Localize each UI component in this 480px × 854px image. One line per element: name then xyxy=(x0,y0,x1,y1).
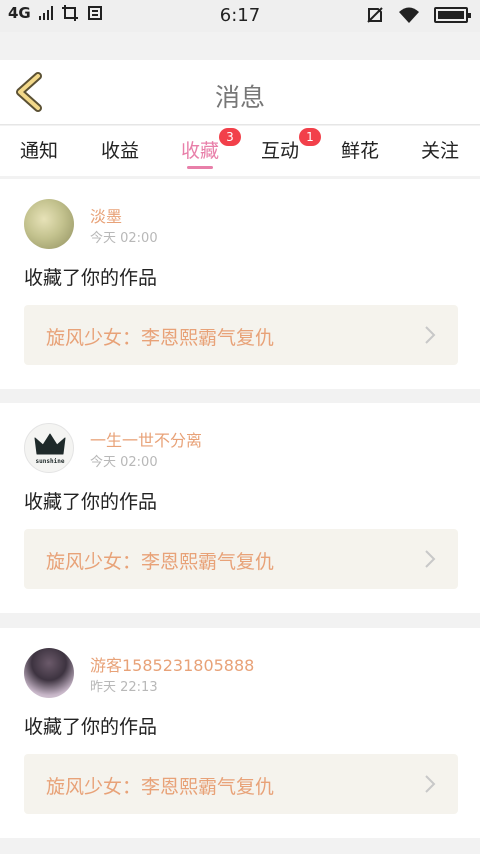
wifi-icon xyxy=(399,7,419,23)
avatar[interactable] xyxy=(24,199,74,249)
tab-following[interactable]: 关注 xyxy=(421,136,459,163)
tab-earnings[interactable]: 收益 xyxy=(101,136,139,163)
message-text: 收藏了你的作品 xyxy=(24,716,158,738)
work-title: 旋风少女：李恩熙霸气复仇 xyxy=(46,327,275,349)
header-bar: 消息 xyxy=(0,60,480,125)
tab-label: 互动 xyxy=(261,140,300,162)
tab-favorites[interactable]: 收藏 3 xyxy=(181,128,241,163)
chevron-right-icon xyxy=(425,550,436,568)
tab-interactions[interactable]: 互动 1 xyxy=(261,128,321,163)
no-sim-icon xyxy=(367,7,383,23)
message-time: 昨天 22:13 xyxy=(90,680,158,695)
chevron-right-icon xyxy=(425,775,436,793)
unread-badge: 3 xyxy=(219,128,241,146)
message-time: 今天 02:00 xyxy=(90,231,158,246)
chevron-right-icon xyxy=(425,326,436,344)
avatar-caption: sunshine xyxy=(35,458,65,465)
tab-flowers[interactable]: 鲜花 xyxy=(341,136,379,163)
message-time: 今天 02:00 xyxy=(90,455,158,470)
active-tab-indicator xyxy=(187,166,213,169)
work-title: 旋风少女：李恩熙霸气复仇 xyxy=(46,776,275,798)
message-card: 淡墨 今天 02:00 收藏了你的作品 旋风少女：李恩熙霸气复仇 xyxy=(0,179,480,389)
avatar[interactable] xyxy=(24,648,74,698)
battery-icon xyxy=(434,7,471,23)
status-bar: 4G 6:17 xyxy=(0,0,480,32)
message-card: 游客1585231805888 昨天 22:13 收藏了你的作品 旋风少女：李恩… xyxy=(0,628,480,838)
work-title: 旋风少女：李恩熙霸气复仇 xyxy=(46,551,275,573)
tab-bar: 通知 收益 收藏 3 互动 1 鲜花 关注 xyxy=(0,126,480,176)
message-text: 收藏了你的作品 xyxy=(24,491,158,513)
status-right xyxy=(366,6,471,24)
page-title: 消息 xyxy=(214,83,265,112)
tab-label: 通知 xyxy=(20,140,59,162)
work-link[interactable]: 旋风少女：李恩熙霸气复仇 xyxy=(24,754,458,814)
message-card: sunshine 一生一世不分离 今天 02:00 收藏了你的作品 旋风少女：李… xyxy=(0,403,480,613)
tab-label: 收藏 xyxy=(181,140,220,162)
avatar[interactable]: sunshine xyxy=(24,423,74,473)
crown-icon xyxy=(34,433,66,455)
tab-label: 收益 xyxy=(101,140,140,162)
user-name[interactable]: 游客1585231805888 xyxy=(90,652,254,676)
tab-label: 鲜花 xyxy=(341,140,380,162)
user-name[interactable]: 一生一世不分离 xyxy=(90,427,202,451)
work-link[interactable]: 旋风少女：李恩熙霸气复仇 xyxy=(24,529,458,589)
tab-label: 关注 xyxy=(421,140,460,162)
tab-notifications[interactable]: 通知 xyxy=(20,136,58,163)
unread-badge: 1 xyxy=(299,128,321,146)
work-link[interactable]: 旋风少女：李恩熙霸气复仇 xyxy=(24,305,458,365)
user-name[interactable]: 淡墨 xyxy=(90,203,122,227)
message-text: 收藏了你的作品 xyxy=(24,267,158,289)
